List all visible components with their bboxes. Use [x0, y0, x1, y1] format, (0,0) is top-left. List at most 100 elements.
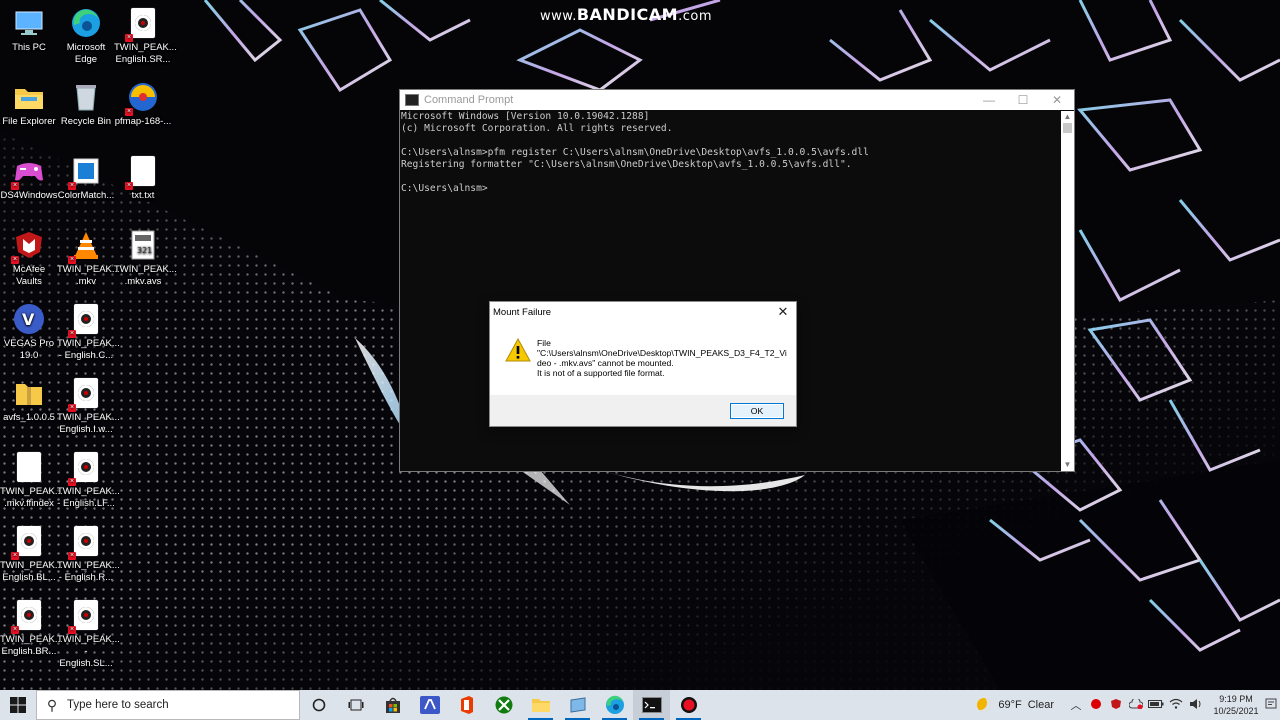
dialog-titlebar[interactable]: Mount Failure ✕ [490, 302, 796, 322]
taskbar-pfm[interactable] [559, 690, 596, 720]
desktop-icon-label: TWIN_PEAK... - English.SL... [57, 634, 120, 669]
taskbar-clock[interactable]: 9:19 PM 10/25/2021 [1210, 693, 1262, 717]
subtitle-file-icon: × [68, 524, 103, 560]
subtitle-file-icon: × [11, 598, 46, 634]
notification-icon[interactable] [1262, 698, 1280, 713]
subtitle-file-icon: × [68, 450, 103, 486]
weather-condition: Clear [1027, 699, 1054, 711]
taskbar-vegas[interactable] [411, 690, 448, 720]
vegas-taskbar-icon [419, 696, 440, 714]
desktop-icon-subtitle-br[interactable]: × TWIN_PEAK... English.BR... [0, 598, 63, 658]
gamepad-icon: × [11, 154, 46, 190]
recycle-bin-icon [69, 80, 103, 114]
desktop-icon-subtitle-r[interactable]: × TWIN_PEAK... - English.R... [57, 524, 120, 584]
subtitle-file-icon: × [68, 598, 103, 634]
desktop-icon-subtitle-sl[interactable]: × TWIN_PEAK... - English.SL... [57, 598, 120, 670]
dialog-close-button[interactable]: ✕ [770, 304, 796, 320]
desktop-icon-recycle-bin[interactable]: Recycle Bin [57, 80, 115, 128]
desktop-icon-label: DS4Windows [0, 190, 58, 201]
subtitle-file-icon: × [68, 376, 103, 412]
taskbar-bandicam[interactable] [670, 690, 707, 720]
desktop-icon-colormatch[interactable]: × ColorMatch... [57, 154, 115, 202]
cmd-taskbar-icon [641, 697, 662, 713]
desktop-icon-subtitle-bl[interactable]: × TWIN_PEAK... English.BL... [0, 524, 63, 584]
security-icon[interactable] [1106, 698, 1126, 713]
desktop-icon-label: TWIN_PEAK... English.SR... [114, 42, 177, 65]
taskbar-office[interactable] [448, 690, 485, 720]
xbox-icon [495, 696, 512, 714]
desktop-icon-vegas[interactable]: V VEGAS Pro 19.0 [0, 302, 58, 362]
watermark-brand: BANDICAM [576, 5, 679, 24]
taskbar-file-explorer[interactable] [522, 690, 559, 720]
task-view-button[interactable] [337, 690, 374, 720]
battery-icon[interactable] [1146, 699, 1166, 712]
desktop-icon-label: TWIN_PEAK... .mkv [57, 264, 120, 287]
svg-text:V: V [22, 310, 35, 329]
weather-widget[interactable]: 69°F Clear [977, 698, 1054, 712]
console-line: Registering formatter "C:\Users\alnsm\On… [401, 159, 852, 170]
desktop-icon-subtitle-sr[interactable]: × TWIN_PEAK... English.SR... [114, 6, 177, 66]
desktop-icon-label: pfmap-168-... [114, 116, 172, 127]
desktop-icon-file-explorer[interactable]: File Explorer [0, 80, 58, 128]
chevron-up-icon[interactable]: ︿ [1066, 697, 1086, 713]
scroll-thumb[interactable] [1063, 123, 1072, 133]
desktop-icon-label: McAfee Vaults [12, 264, 46, 287]
desktop-icon-subtitle-c[interactable]: × TWIN_PEAK... - English.C... [57, 302, 120, 362]
desktop-icon-mkv[interactable]: × TWIN_PEAK... .mkv [57, 228, 120, 288]
desktop-icon-ffindex[interactable]: TWIN_PEAK... .mkv.ffindex [0, 450, 63, 510]
desktop-icon-avs[interactable]: 321 TWIN_PEAK... .mkv.avs [114, 228, 177, 288]
watermark-suffix: .com [678, 9, 712, 24]
desktop-icon-this-pc[interactable]: This PC [0, 6, 58, 54]
dialog-footer: OK [490, 395, 796, 426]
cmd-titlebar[interactable]: Command Prompt — ☐ ✕ [400, 90, 1074, 110]
desktop-icon-ds4windows[interactable]: × DS4Windows [0, 154, 58, 202]
maximize-button[interactable]: ☐ [1006, 90, 1040, 110]
cmd-scrollbar[interactable]: ▲ ▼ [1061, 111, 1074, 471]
scroll-up-icon[interactable]: ▲ [1061, 111, 1074, 123]
start-button[interactable] [0, 690, 36, 720]
scroll-down-icon[interactable]: ▼ [1061, 459, 1074, 471]
mount-failure-dialog[interactable]: Mount Failure ✕ File "C:\Users\alnsm\One… [489, 301, 797, 427]
ok-button[interactable]: OK [730, 403, 784, 419]
store-icon [385, 697, 400, 713]
desktop-icon-label: File Explorer [2, 116, 56, 127]
desktop-icon-pfm[interactable]: × pfmap-168-... [114, 80, 172, 128]
desktop-icon-label: Microsoft Edge [66, 42, 106, 65]
close-button[interactable]: ✕ [1040, 90, 1074, 110]
taskbar-cmd[interactable] [633, 690, 670, 720]
office-icon [460, 696, 473, 714]
minimize-button[interactable]: — [972, 90, 1006, 110]
volume-icon[interactable] [1186, 698, 1206, 713]
this-pc-icon [12, 6, 46, 40]
desktop-icon-avfs-folder[interactable]: avfs_1.0.0.5 [0, 376, 58, 424]
desktop-icon-label: TWIN_PEAK... English.BL... [0, 560, 63, 583]
desktop-icon-label: TWIN_PEAK... .mkv.avs [114, 264, 177, 287]
desktop-icon-edge[interactable]: Microsoft Edge [57, 6, 115, 66]
desktop-icon-label: VEGAS Pro 19.0 [3, 338, 55, 361]
desktop-icon-mcafee[interactable]: × McAfee Vaults [0, 228, 58, 288]
weather-temp: 69°F [998, 699, 1022, 711]
folder-icon [12, 80, 46, 114]
desktop-icon-label: avfs_1.0.0.5 [3, 412, 55, 423]
clock-time: 9:19 PM [1219, 694, 1253, 704]
dialog-message-line: "C:\Users\alnsm\OneDrive\Desktop\TWIN_PE… [537, 348, 787, 358]
cloud-sync-icon[interactable] [1126, 697, 1146, 712]
desktop-icon-subtitle-iw[interactable]: × TWIN_PEAK... English.I.w... [57, 376, 120, 436]
file-explorer-icon [531, 699, 550, 712]
taskbar-store[interactable] [374, 690, 411, 720]
desktop-icon-txt[interactable]: × txt.txt [114, 154, 172, 202]
desktop-icon-subtitle-lf[interactable]: × TWIN_PEAK... - English.LF... [57, 450, 120, 510]
wifi-icon[interactable] [1166, 698, 1186, 712]
cmd-app-icon [405, 94, 419, 106]
dialog-message: File "C:\Users\alnsm\OneDrive\Desktop\TW… [537, 338, 787, 378]
desktop-icon-label: ColorMatch... [57, 190, 115, 201]
taskbar-search-box[interactable]: ⚲ Type here to search [36, 690, 300, 720]
cortana-icon [312, 698, 325, 712]
pfm-taskbar-icon [570, 697, 585, 713]
subtitle-file-icon: × [68, 302, 103, 338]
cortana-button[interactable] [300, 690, 337, 720]
edge-taskbar-icon [605, 695, 624, 714]
record-indicator-icon[interactable] [1086, 698, 1106, 713]
taskbar-xbox[interactable] [485, 690, 522, 720]
taskbar-edge[interactable] [596, 690, 633, 720]
